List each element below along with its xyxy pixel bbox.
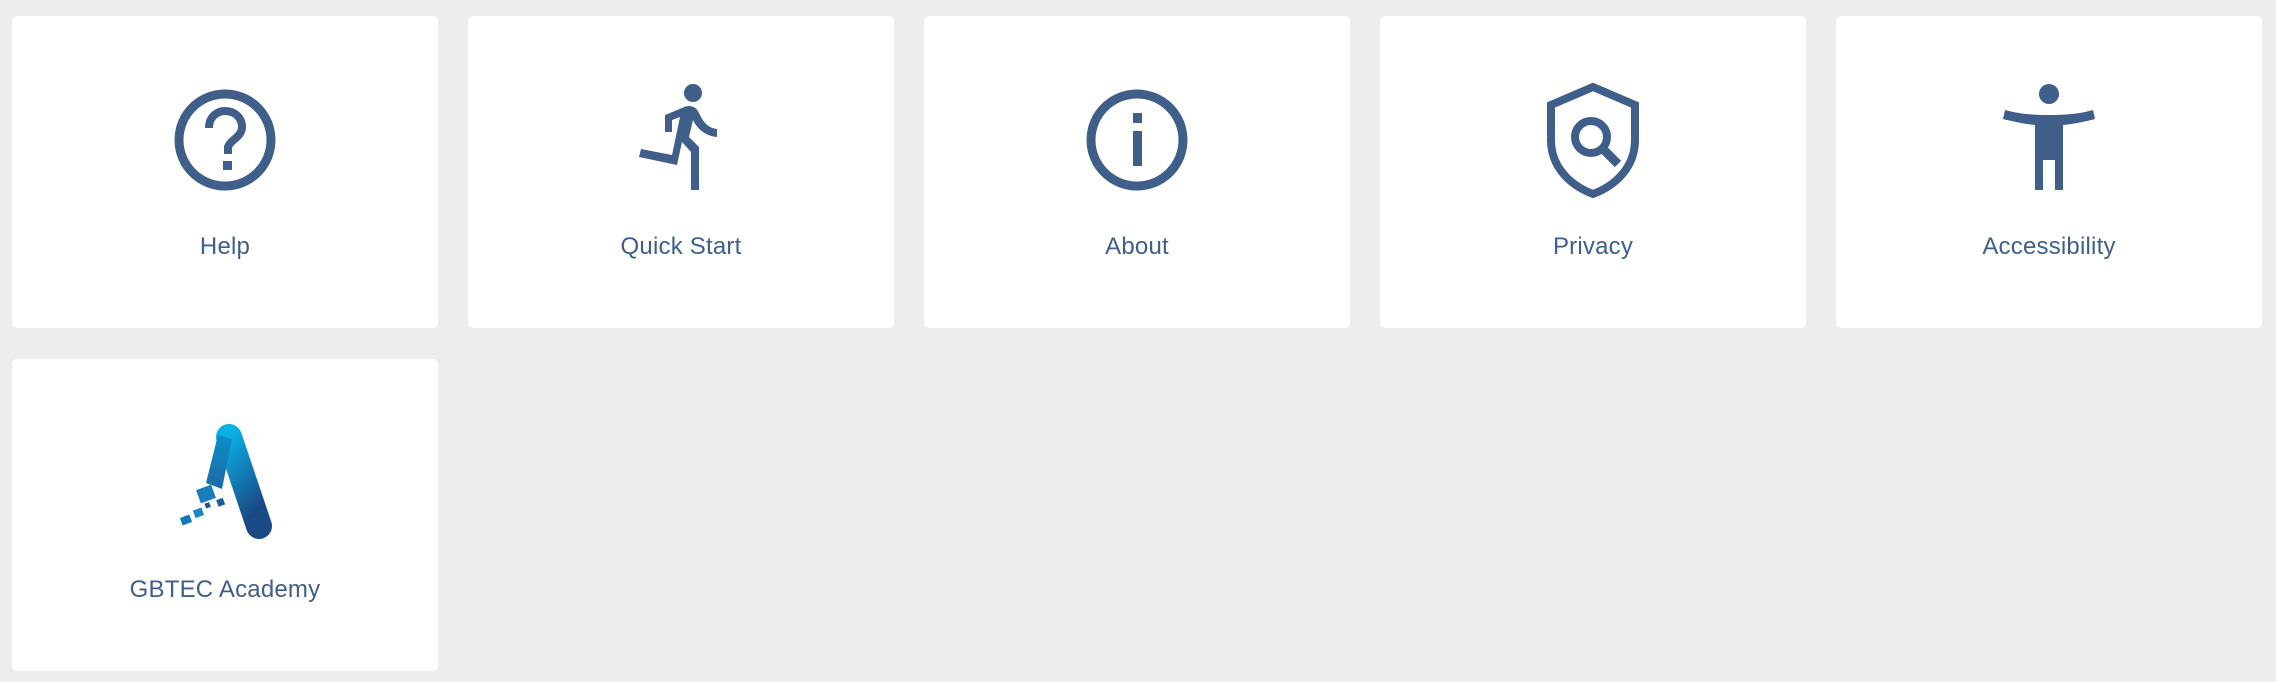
gbtec-academy-tile[interactable]: GBTEC Academy [12, 359, 438, 671]
gbtec-academy-logo-icon [165, 415, 285, 551]
help-tile[interactable]: Help [12, 16, 438, 328]
running-person-icon [621, 72, 741, 208]
privacy-label: Privacy [1552, 233, 1634, 260]
tile-grid: Help Quick Start About Privacy Accessibi… [0, 0, 2276, 682]
info-circle-icon [1077, 72, 1197, 208]
help-circle-icon [165, 72, 285, 208]
quick-start-tile[interactable]: Quick Start [468, 16, 894, 328]
about-label: About [1105, 233, 1169, 260]
accessibility-tile[interactable]: Accessibility [1836, 16, 2262, 328]
accessibility-label: Accessibility [1982, 233, 2116, 260]
quick-start-label: Quick Start [620, 233, 742, 260]
accessibility-person-icon [1989, 72, 2109, 208]
privacy-tile[interactable]: Privacy [1380, 16, 1806, 328]
gbtec-academy-label: GBTEC Academy [129, 576, 321, 603]
help-label: Help [199, 233, 251, 260]
about-tile[interactable]: About [924, 16, 1350, 328]
shield-search-icon [1533, 72, 1653, 208]
